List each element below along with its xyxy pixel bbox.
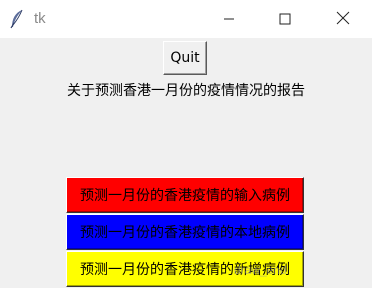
minimize-button[interactable] [206,0,252,38]
close-icon [336,10,350,29]
predict-new-cases-button[interactable]: 预测一月份的香港疫情的新增病例 [66,251,304,287]
maximize-icon [279,10,291,29]
minimize-icon [223,10,235,29]
feather-icon [9,9,25,29]
quit-button[interactable]: Quit [163,41,207,75]
report-title: 关于预测香港一月份的疫情情况的报告 [67,83,305,99]
window-title: tk [34,10,46,27]
window-content: Quit 关于预测香港一月份的疫情情况的报告 预测一月份的香港疫情的输入病例 预… [0,38,372,288]
predict-local-cases-button[interactable]: 预测一月份的香港疫情的本地病例 [66,214,304,250]
close-button[interactable] [320,0,366,38]
title-bar[interactable]: tk [0,0,372,38]
maximize-button[interactable] [262,0,308,38]
predict-imported-cases-button[interactable]: 预测一月份的香港疫情的输入病例 [66,177,304,213]
